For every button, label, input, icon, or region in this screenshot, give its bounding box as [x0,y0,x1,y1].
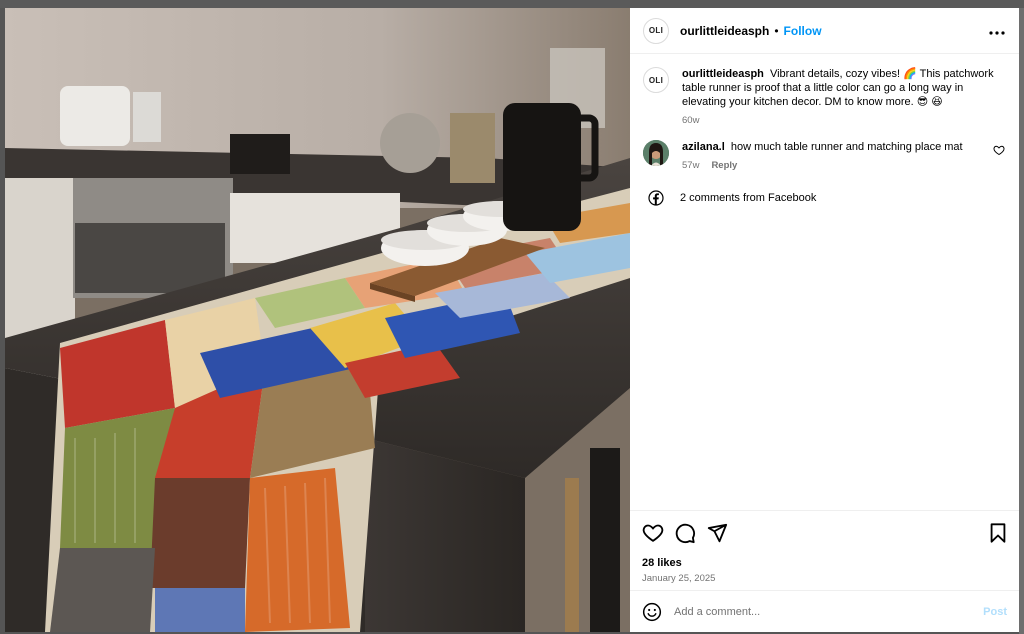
post-image[interactable] [5,8,630,632]
caption: OLI ourlittleideasph Vibrant details, co… [643,67,1005,126]
more-options-icon[interactable] [989,22,1005,40]
emoji-icon[interactable] [642,602,662,622]
follow-button[interactable]: Follow [784,24,822,38]
author-username[interactable]: ourlittleideasph [680,24,769,38]
facebook-comments-row[interactable]: 2 comments from Facebook [643,185,1005,211]
caption-text-block: ourlittleideasph Vibrant details, cozy v… [682,67,1005,109]
caption-meta: 60w [682,115,1005,126]
facebook-comments-label[interactable]: 2 comments from Facebook [680,192,816,204]
post-header: OLI ourlittleideasph • Follow [630,8,1019,54]
caption-avatar[interactable]: OLI [643,67,669,93]
comment-text: how much table runner and matching place… [730,141,963,153]
window-frame: OLI ourlittleideasph • Follow OLI ourlit… [0,0,1024,634]
commenter-avatar[interactable] [643,140,669,166]
post-date[interactable]: January 25, 2025 [642,573,1009,584]
comment-composer: Post [630,590,1019,632]
facebook-icon [643,185,669,211]
post-details-panel: OLI ourlittleideasph • Follow OLI ourlit… [630,8,1019,632]
comment-body: azilana.l how much table runner and matc… [682,140,985,171]
reply-button[interactable]: Reply [711,160,737,171]
comment-time[interactable]: 57w [682,160,699,171]
comment-text-block: azilana.l how much table runner and matc… [682,140,985,154]
comment-meta: 57w Reply [682,160,985,171]
caption-body: ourlittleideasph Vibrant details, cozy v… [682,67,1005,126]
author-avatar-text: OLI [648,26,664,35]
comment-input[interactable] [674,605,984,618]
separator-dot: • [774,23,779,38]
bookmark-icon[interactable] [987,522,1009,544]
author-avatar[interactable]: OLI [643,17,669,44]
likes-count[interactable]: 28 likes [642,557,1009,569]
share-icon[interactable] [706,522,728,544]
actions-area: 28 likes January 25, 2025 [630,510,1019,584]
post-comment-button[interactable]: Post [983,606,1007,618]
comment-icon[interactable] [674,522,696,544]
right-border [1019,8,1024,634]
top-border [0,0,1024,8]
comment-like-heart-icon[interactable] [993,144,1005,156]
comments-section: OLI ourlittleideasph Vibrant details, co… [630,55,1019,509]
caption-time[interactable]: 60w [682,115,699,126]
caption-username[interactable]: ourlittleideasph [682,68,764,80]
heart-icon[interactable] [642,522,664,544]
caption-avatar-text: OLI [648,75,664,85]
action-bar [642,521,1009,545]
comment-item: azilana.l how much table runner and matc… [643,140,1005,171]
comment-username[interactable]: azilana.l [682,141,725,153]
